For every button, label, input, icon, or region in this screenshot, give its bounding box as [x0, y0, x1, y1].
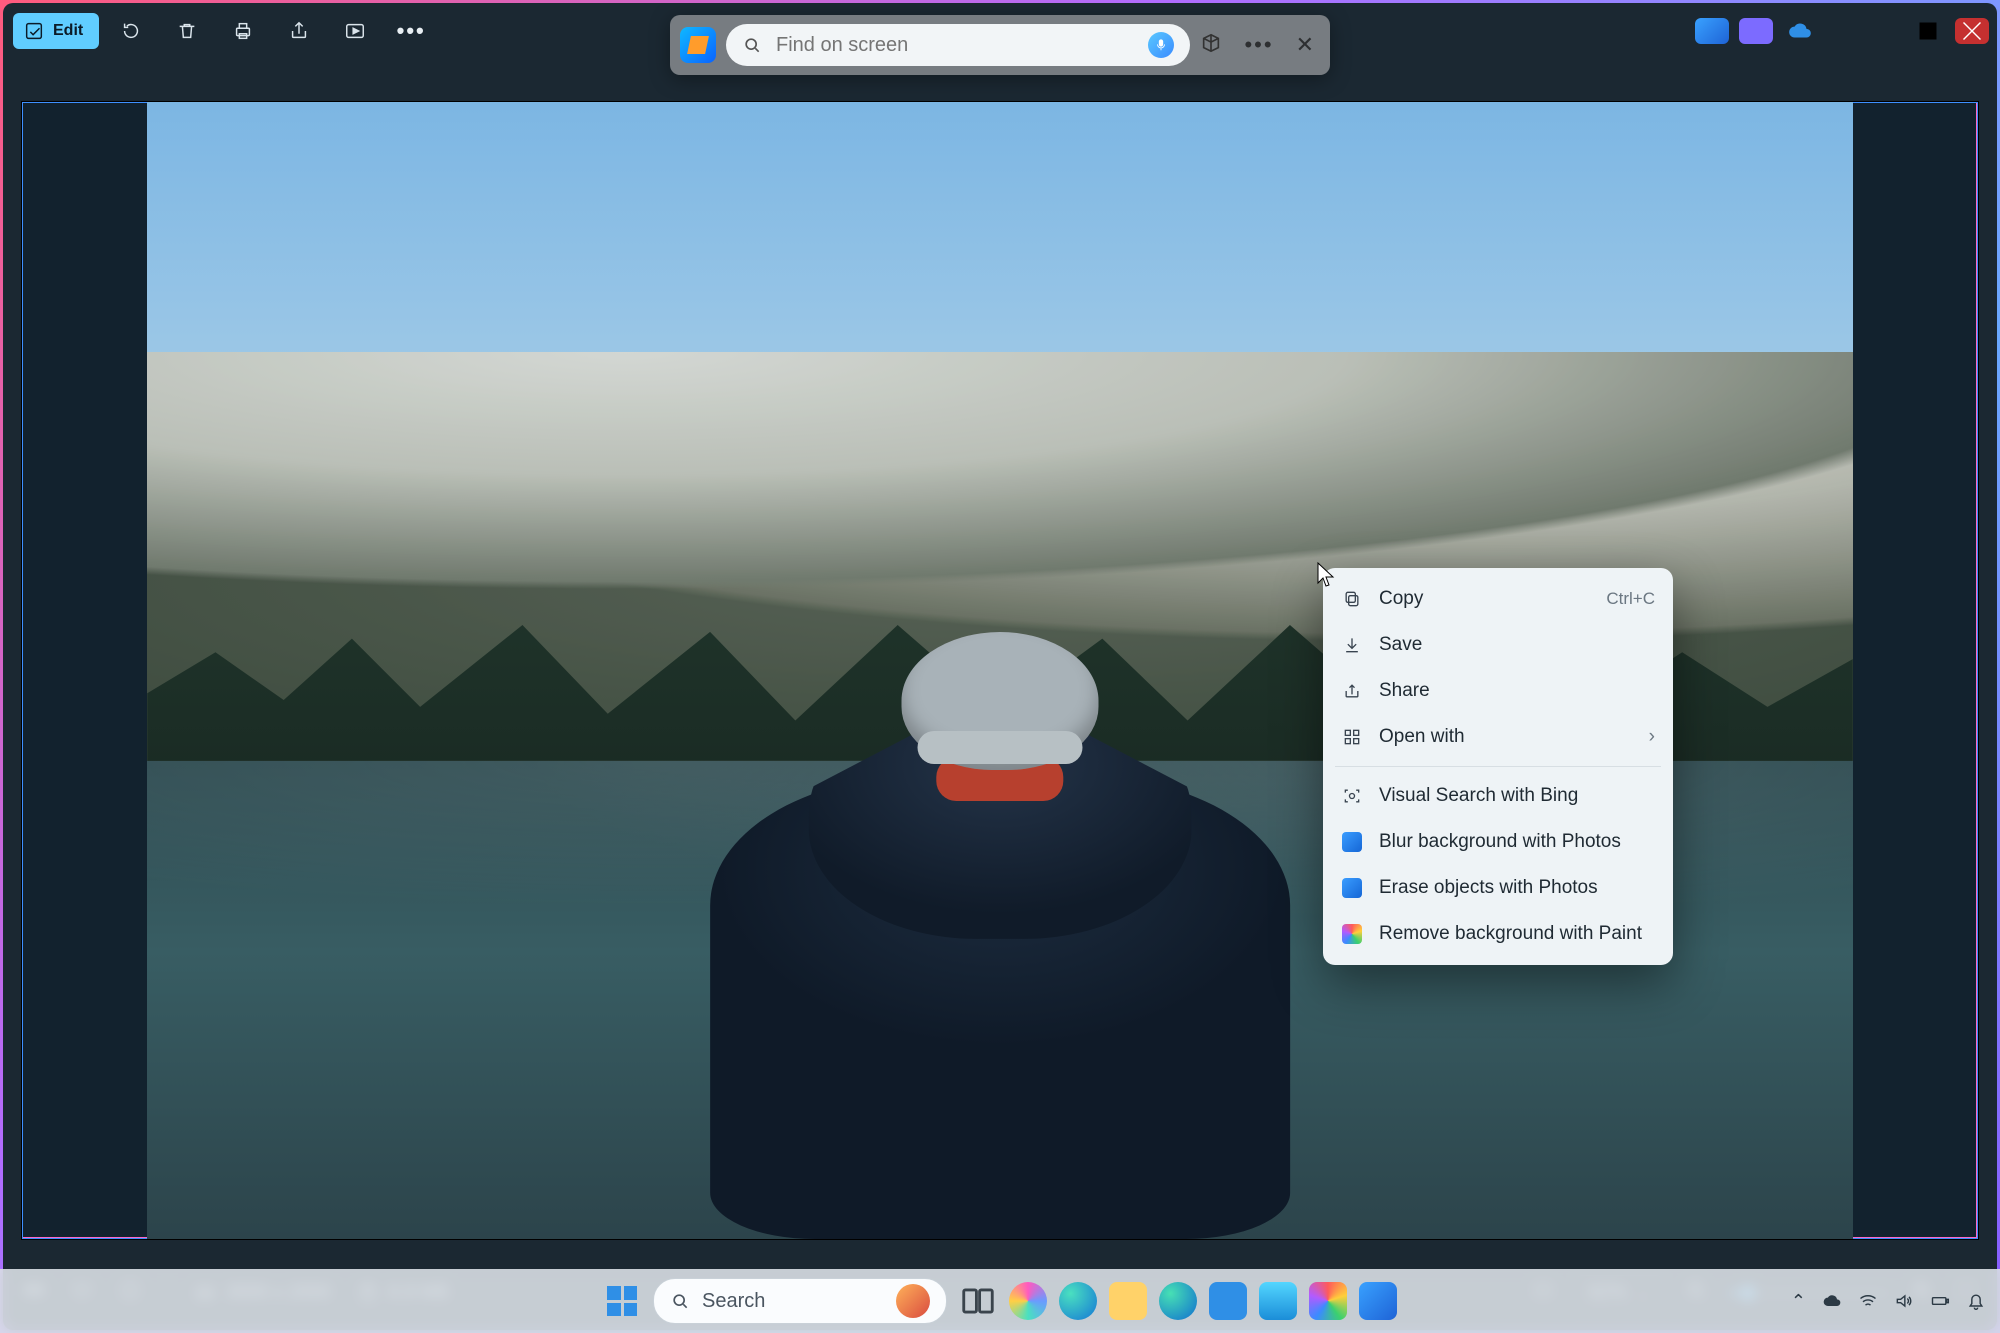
- print-button[interactable]: [219, 11, 267, 51]
- ctx-erase[interactable]: Erase objects with Photos: [1323, 865, 1673, 911]
- ctx-share-label: Share: [1379, 680, 1655, 702]
- close-icon: [1955, 14, 1989, 48]
- chevron-right-icon: ›: [1649, 726, 1655, 748]
- copilot-button[interactable]: [1200, 32, 1222, 59]
- taskbar-tray[interactable]: ⌃: [1791, 1291, 1986, 1312]
- slideshow-button[interactable]: [331, 11, 379, 51]
- ctx-save-label: Save: [1379, 634, 1655, 656]
- window-close[interactable]: [1955, 18, 1989, 44]
- search-icon: [670, 1291, 690, 1311]
- tb-edge-2[interactable]: [1159, 1282, 1197, 1320]
- tb-copilot[interactable]: [1009, 1282, 1047, 1320]
- ctx-visual-search[interactable]: Visual Search with Bing: [1323, 773, 1673, 819]
- play-rect-icon: [344, 20, 366, 42]
- tb-mediaplayer[interactable]: [1259, 1282, 1297, 1320]
- delete-button[interactable]: [163, 11, 211, 51]
- scan-icon: [1341, 785, 1363, 807]
- app-shortcut-onedrive[interactable]: [1783, 18, 1817, 44]
- notifications-icon[interactable]: [1966, 1291, 1986, 1311]
- wifi-icon[interactable]: [1858, 1291, 1878, 1311]
- rotate-icon: [120, 20, 142, 42]
- mic-button[interactable]: [1148, 32, 1174, 58]
- cloud-icon: [1787, 18, 1813, 44]
- chevron-up-icon[interactable]: ⌃: [1791, 1291, 1806, 1312]
- windows-logo-icon: [607, 1286, 637, 1316]
- start-button[interactable]: [603, 1282, 641, 1320]
- context-menu: Copy Ctrl+C Save Share Open with › Visua…: [1323, 568, 1673, 965]
- window-maximize[interactable]: [1911, 18, 1945, 44]
- mic-icon: [1154, 38, 1168, 52]
- tb-paint[interactable]: [1309, 1282, 1347, 1320]
- search-close-button[interactable]: ✕: [1296, 32, 1314, 58]
- ctx-open-with[interactable]: Open with ›: [1323, 714, 1673, 760]
- paint-app-icon: [1341, 923, 1363, 945]
- photos-app-window: Edit •••: [3, 3, 1997, 1330]
- edit-icon: [23, 20, 45, 42]
- taskbar-search-placeholder: Search: [702, 1290, 765, 1313]
- taskview-icon: [959, 1282, 997, 1320]
- taskview-button[interactable]: [959, 1282, 997, 1320]
- screen-search-input[interactable]: [774, 33, 1136, 58]
- ctx-erase-label: Erase objects with Photos: [1379, 877, 1655, 899]
- ctx-openwith-label: Open with: [1379, 726, 1633, 748]
- ctx-remove-bg[interactable]: Remove background with Paint: [1323, 911, 1673, 957]
- app-shortcut-photos[interactable]: [1695, 18, 1729, 44]
- trash-icon: [176, 20, 198, 42]
- more-button[interactable]: •••: [387, 11, 435, 51]
- tb-store[interactable]: [1209, 1282, 1247, 1320]
- volume-icon[interactable]: [1894, 1291, 1914, 1311]
- edit-label: Edit: [53, 22, 83, 40]
- rotate-button[interactable]: [107, 11, 155, 51]
- maximize-icon: [1911, 14, 1945, 48]
- screen-search-bar: ••• ✕: [670, 15, 1330, 75]
- search-icon: [742, 35, 762, 55]
- ctx-remove-label: Remove background with Paint: [1379, 923, 1655, 945]
- app-shortcut-clipchamp[interactable]: [1739, 18, 1773, 44]
- tb-edge[interactable]: [1059, 1282, 1097, 1320]
- ctx-blur-label: Blur background with Photos: [1379, 831, 1655, 853]
- window-minimize[interactable]: [1867, 18, 1901, 44]
- mouse-cursor: [1317, 562, 1335, 588]
- minimize-icon: [1867, 14, 1901, 48]
- ctx-separator: [1335, 766, 1661, 767]
- taskbar: Search ⌃: [0, 1269, 2000, 1333]
- ctx-save[interactable]: Save: [1323, 622, 1673, 668]
- search-more-button[interactable]: •••: [1244, 32, 1273, 58]
- ctx-copy-shortcut: Ctrl+C: [1606, 589, 1655, 609]
- printer-icon: [232, 20, 254, 42]
- photos-app-icon: [1341, 831, 1363, 853]
- bing-icon[interactable]: [680, 27, 716, 63]
- ctx-copy-label: Copy: [1379, 588, 1590, 610]
- battery-icon[interactable]: [1930, 1291, 1950, 1311]
- download-icon: [1341, 634, 1363, 656]
- cube-icon: [1200, 32, 1222, 54]
- grid-icon: [1341, 726, 1363, 748]
- ctx-share[interactable]: Share: [1323, 668, 1673, 714]
- share-icon: [288, 20, 310, 42]
- tb-photos[interactable]: [1359, 1282, 1397, 1320]
- ctx-copy[interactable]: Copy Ctrl+C: [1323, 576, 1673, 622]
- onedrive-tray-icon[interactable]: [1822, 1291, 1842, 1311]
- share-arrow-icon: [1341, 680, 1363, 702]
- photos-app-icon: [1341, 877, 1363, 899]
- taskbar-search[interactable]: Search: [653, 1278, 947, 1324]
- screen-search-input-wrap[interactable]: [726, 24, 1190, 66]
- search-highlight-icon: [896, 1284, 930, 1318]
- share-button[interactable]: [275, 11, 323, 51]
- tb-explorer[interactable]: [1109, 1282, 1147, 1320]
- ctx-visual-label: Visual Search with Bing: [1379, 785, 1655, 807]
- copy-icon: [1341, 588, 1363, 610]
- edit-button[interactable]: Edit: [13, 13, 99, 49]
- ctx-blur-bg[interactable]: Blur background with Photos: [1323, 819, 1673, 865]
- image-canvas[interactable]: [21, 101, 1979, 1240]
